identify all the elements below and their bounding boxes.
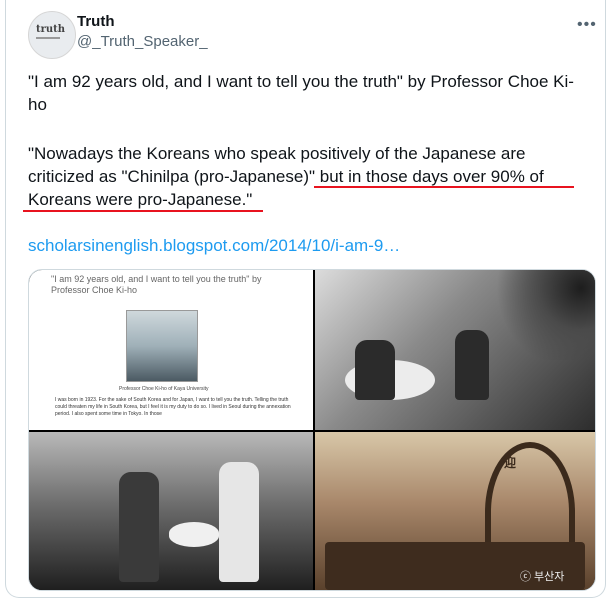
tweet-link[interactable]: scholarsinenglish.blogspot.com/2014/10/i…	[28, 236, 400, 256]
watermark: ⓒ 부산자	[520, 571, 565, 583]
tweet-text-paragraph-2: "Nowadays the Koreans who speak positive…	[28, 144, 544, 209]
media-photo-cafe[interactable]	[315, 270, 595, 430]
red-underline-1	[314, 186, 574, 188]
person-figure	[219, 462, 259, 582]
doc-caption: Professor Choe Ki-ho of Kaya University	[119, 386, 209, 392]
doc-title: "I am 92 years old, and I want to tell y…	[51, 274, 262, 295]
avatar-logo-line	[36, 37, 60, 39]
media-photo-street[interactable]	[29, 432, 313, 590]
professor-portrait	[126, 310, 198, 382]
gate-label: 迎	[504, 456, 517, 470]
media-grid[interactable]: "I am 92 years old, and I want to tell y…	[28, 269, 596, 591]
tweet-text-paragraph-1: "I am 92 years old, and I want to tell y…	[28, 72, 574, 114]
person-figure	[455, 330, 489, 400]
palm-leaves	[485, 270, 595, 360]
more-options-icon[interactable]: •••	[577, 16, 597, 34]
person-figure	[119, 472, 159, 582]
avatar[interactable]: truth	[28, 11, 76, 59]
street-table	[169, 522, 219, 547]
media-photo-gate[interactable]: 迎 ⓒ 부산자	[315, 432, 595, 590]
tweet-card[interactable]: truth Truth @_Truth_Speaker_ ••• "I am 9…	[5, 0, 606, 598]
person-figure	[355, 340, 395, 400]
red-underline-2	[23, 210, 263, 212]
display-name[interactable]: Truth	[77, 13, 115, 30]
doc-body: I was born in 1923. For the sake of Sout…	[55, 397, 291, 417]
avatar-logo-text: truth	[36, 24, 66, 35]
media-document-image[interactable]: "I am 92 years old, and I want to tell y…	[29, 270, 313, 430]
user-handle[interactable]: @_Truth_Speaker_	[77, 33, 208, 50]
